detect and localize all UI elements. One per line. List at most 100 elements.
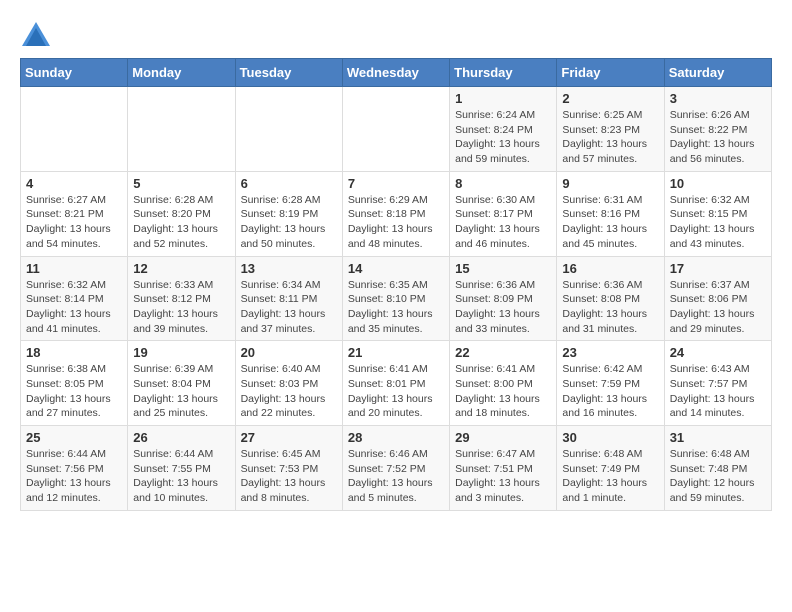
day-number: 20 — [241, 345, 337, 360]
day-number: 23 — [562, 345, 658, 360]
calendar-cell: 14 Sunrise: 6:35 AM Sunset: 8:10 PM Dayli… — [342, 256, 449, 341]
day-number: 12 — [133, 261, 229, 276]
day-detail: Sunrise: 6:41 AM Sunset: 8:00 PM Dayligh… — [455, 362, 551, 421]
logo-icon — [20, 20, 52, 48]
day-number: 18 — [26, 345, 122, 360]
day-number: 28 — [348, 430, 444, 445]
weekday-header-friday: Friday — [557, 59, 664, 87]
calendar-cell — [21, 87, 128, 172]
day-number: 31 — [670, 430, 766, 445]
day-number: 17 — [670, 261, 766, 276]
day-number: 1 — [455, 91, 551, 106]
day-detail: Sunrise: 6:43 AM Sunset: 7:57 PM Dayligh… — [670, 362, 766, 421]
week-row-1: 1 Sunrise: 6:24 AM Sunset: 8:24 PM Daylig… — [21, 87, 772, 172]
day-number: 19 — [133, 345, 229, 360]
weekday-row: SundayMondayTuesdayWednesdayThursdayFrid… — [21, 59, 772, 87]
day-detail: Sunrise: 6:28 AM Sunset: 8:20 PM Dayligh… — [133, 193, 229, 252]
day-detail: Sunrise: 6:34 AM Sunset: 8:11 PM Dayligh… — [241, 278, 337, 337]
weekday-header-wednesday: Wednesday — [342, 59, 449, 87]
calendar-table: SundayMondayTuesdayWednesdayThursdayFrid… — [20, 58, 772, 511]
day-number: 14 — [348, 261, 444, 276]
weekday-header-sunday: Sunday — [21, 59, 128, 87]
day-number: 7 — [348, 176, 444, 191]
calendar-cell: 18 Sunrise: 6:38 AM Sunset: 8:05 PM Dayli… — [21, 341, 128, 426]
day-number: 9 — [562, 176, 658, 191]
day-number: 13 — [241, 261, 337, 276]
day-number: 22 — [455, 345, 551, 360]
day-detail: Sunrise: 6:28 AM Sunset: 8:19 PM Dayligh… — [241, 193, 337, 252]
day-detail: Sunrise: 6:40 AM Sunset: 8:03 PM Dayligh… — [241, 362, 337, 421]
calendar-cell: 17 Sunrise: 6:37 AM Sunset: 8:06 PM Dayli… — [664, 256, 771, 341]
day-detail: Sunrise: 6:27 AM Sunset: 8:21 PM Dayligh… — [26, 193, 122, 252]
week-row-5: 25 Sunrise: 6:44 AM Sunset: 7:56 PM Dayli… — [21, 426, 772, 511]
calendar-cell: 2 Sunrise: 6:25 AM Sunset: 8:23 PM Daylig… — [557, 87, 664, 172]
day-number: 3 — [670, 91, 766, 106]
day-detail: Sunrise: 6:32 AM Sunset: 8:14 PM Dayligh… — [26, 278, 122, 337]
day-detail: Sunrise: 6:33 AM Sunset: 8:12 PM Dayligh… — [133, 278, 229, 337]
day-detail: Sunrise: 6:48 AM Sunset: 7:49 PM Dayligh… — [562, 447, 658, 506]
day-detail: Sunrise: 6:41 AM Sunset: 8:01 PM Dayligh… — [348, 362, 444, 421]
day-number: 25 — [26, 430, 122, 445]
calendar-cell: 23 Sunrise: 6:42 AM Sunset: 7:59 PM Dayli… — [557, 341, 664, 426]
day-detail: Sunrise: 6:42 AM Sunset: 7:59 PM Dayligh… — [562, 362, 658, 421]
calendar-header: SundayMondayTuesdayWednesdayThursdayFrid… — [21, 59, 772, 87]
weekday-header-tuesday: Tuesday — [235, 59, 342, 87]
day-number: 4 — [26, 176, 122, 191]
calendar-cell: 20 Sunrise: 6:40 AM Sunset: 8:03 PM Dayli… — [235, 341, 342, 426]
week-row-4: 18 Sunrise: 6:38 AM Sunset: 8:05 PM Dayli… — [21, 341, 772, 426]
calendar-cell: 9 Sunrise: 6:31 AM Sunset: 8:16 PM Daylig… — [557, 171, 664, 256]
calendar-body: 1 Sunrise: 6:24 AM Sunset: 8:24 PM Daylig… — [21, 87, 772, 511]
calendar-cell: 10Sunrise: 6:32 AM Sunset: 8:15 PM Dayli… — [664, 171, 771, 256]
day-number: 8 — [455, 176, 551, 191]
day-detail: Sunrise: 6:32 AM Sunset: 8:15 PM Dayligh… — [670, 193, 766, 252]
calendar-cell: 25 Sunrise: 6:44 AM Sunset: 7:56 PM Dayli… — [21, 426, 128, 511]
day-number: 27 — [241, 430, 337, 445]
day-number: 2 — [562, 91, 658, 106]
week-row-3: 11Sunrise: 6:32 AM Sunset: 8:14 PM Dayli… — [21, 256, 772, 341]
calendar-cell: 28 Sunrise: 6:46 AM Sunset: 7:52 PM Dayli… — [342, 426, 449, 511]
day-detail: Sunrise: 6:44 AM Sunset: 7:55 PM Dayligh… — [133, 447, 229, 506]
calendar-cell — [235, 87, 342, 172]
day-detail: Sunrise: 6:35 AM Sunset: 8:10 PM Dayligh… — [348, 278, 444, 337]
calendar-cell — [128, 87, 235, 172]
weekday-header-saturday: Saturday — [664, 59, 771, 87]
day-detail: Sunrise: 6:36 AM Sunset: 8:08 PM Dayligh… — [562, 278, 658, 337]
day-detail: Sunrise: 6:47 AM Sunset: 7:51 PM Dayligh… — [455, 447, 551, 506]
day-detail: Sunrise: 6:46 AM Sunset: 7:52 PM Dayligh… — [348, 447, 444, 506]
day-number: 15 — [455, 261, 551, 276]
calendar-cell: 26 Sunrise: 6:44 AM Sunset: 7:55 PM Dayli… — [128, 426, 235, 511]
day-detail: Sunrise: 6:25 AM Sunset: 8:23 PM Dayligh… — [562, 108, 658, 167]
weekday-header-monday: Monday — [128, 59, 235, 87]
day-detail: Sunrise: 6:29 AM Sunset: 8:18 PM Dayligh… — [348, 193, 444, 252]
calendar-cell: 4 Sunrise: 6:27 AM Sunset: 8:21 PM Daylig… — [21, 171, 128, 256]
day-detail: Sunrise: 6:37 AM Sunset: 8:06 PM Dayligh… — [670, 278, 766, 337]
calendar-cell: 16 Sunrise: 6:36 AM Sunset: 8:08 PM Dayli… — [557, 256, 664, 341]
day-detail: Sunrise: 6:44 AM Sunset: 7:56 PM Dayligh… — [26, 447, 122, 506]
calendar-cell: 7 Sunrise: 6:29 AM Sunset: 8:18 PM Daylig… — [342, 171, 449, 256]
calendar-cell: 6Sunrise: 6:28 AM Sunset: 8:19 PM Daylig… — [235, 171, 342, 256]
calendar-cell: 22 Sunrise: 6:41 AM Sunset: 8:00 PM Dayli… — [450, 341, 557, 426]
day-detail: Sunrise: 6:24 AM Sunset: 8:24 PM Dayligh… — [455, 108, 551, 167]
day-detail: Sunrise: 6:36 AM Sunset: 8:09 PM Dayligh… — [455, 278, 551, 337]
page-header — [20, 20, 772, 48]
day-detail: Sunrise: 6:31 AM Sunset: 8:16 PM Dayligh… — [562, 193, 658, 252]
day-detail: Sunrise: 6:48 AM Sunset: 7:48 PM Dayligh… — [670, 447, 766, 506]
calendar-cell — [342, 87, 449, 172]
logo — [20, 20, 56, 48]
calendar-cell: 1 Sunrise: 6:24 AM Sunset: 8:24 PM Daylig… — [450, 87, 557, 172]
calendar-cell: 27 Sunrise: 6:45 AM Sunset: 7:53 PM Dayli… — [235, 426, 342, 511]
weekday-header-thursday: Thursday — [450, 59, 557, 87]
calendar-cell: 19 Sunrise: 6:39 AM Sunset: 8:04 PM Dayli… — [128, 341, 235, 426]
day-number: 30 — [562, 430, 658, 445]
day-number: 16 — [562, 261, 658, 276]
day-detail: Sunrise: 6:38 AM Sunset: 8:05 PM Dayligh… — [26, 362, 122, 421]
calendar-cell: 3Sunrise: 6:26 AM Sunset: 8:22 PM Daylig… — [664, 87, 771, 172]
calendar-cell: 13 Sunrise: 6:34 AM Sunset: 8:11 PM Dayli… — [235, 256, 342, 341]
calendar-cell: 5 Sunrise: 6:28 AM Sunset: 8:20 PM Daylig… — [128, 171, 235, 256]
day-detail: Sunrise: 6:45 AM Sunset: 7:53 PM Dayligh… — [241, 447, 337, 506]
day-number: 5 — [133, 176, 229, 191]
week-row-2: 4 Sunrise: 6:27 AM Sunset: 8:21 PM Daylig… — [21, 171, 772, 256]
day-number: 26 — [133, 430, 229, 445]
day-detail: Sunrise: 6:39 AM Sunset: 8:04 PM Dayligh… — [133, 362, 229, 421]
calendar-cell: 24Sunrise: 6:43 AM Sunset: 7:57 PM Dayli… — [664, 341, 771, 426]
